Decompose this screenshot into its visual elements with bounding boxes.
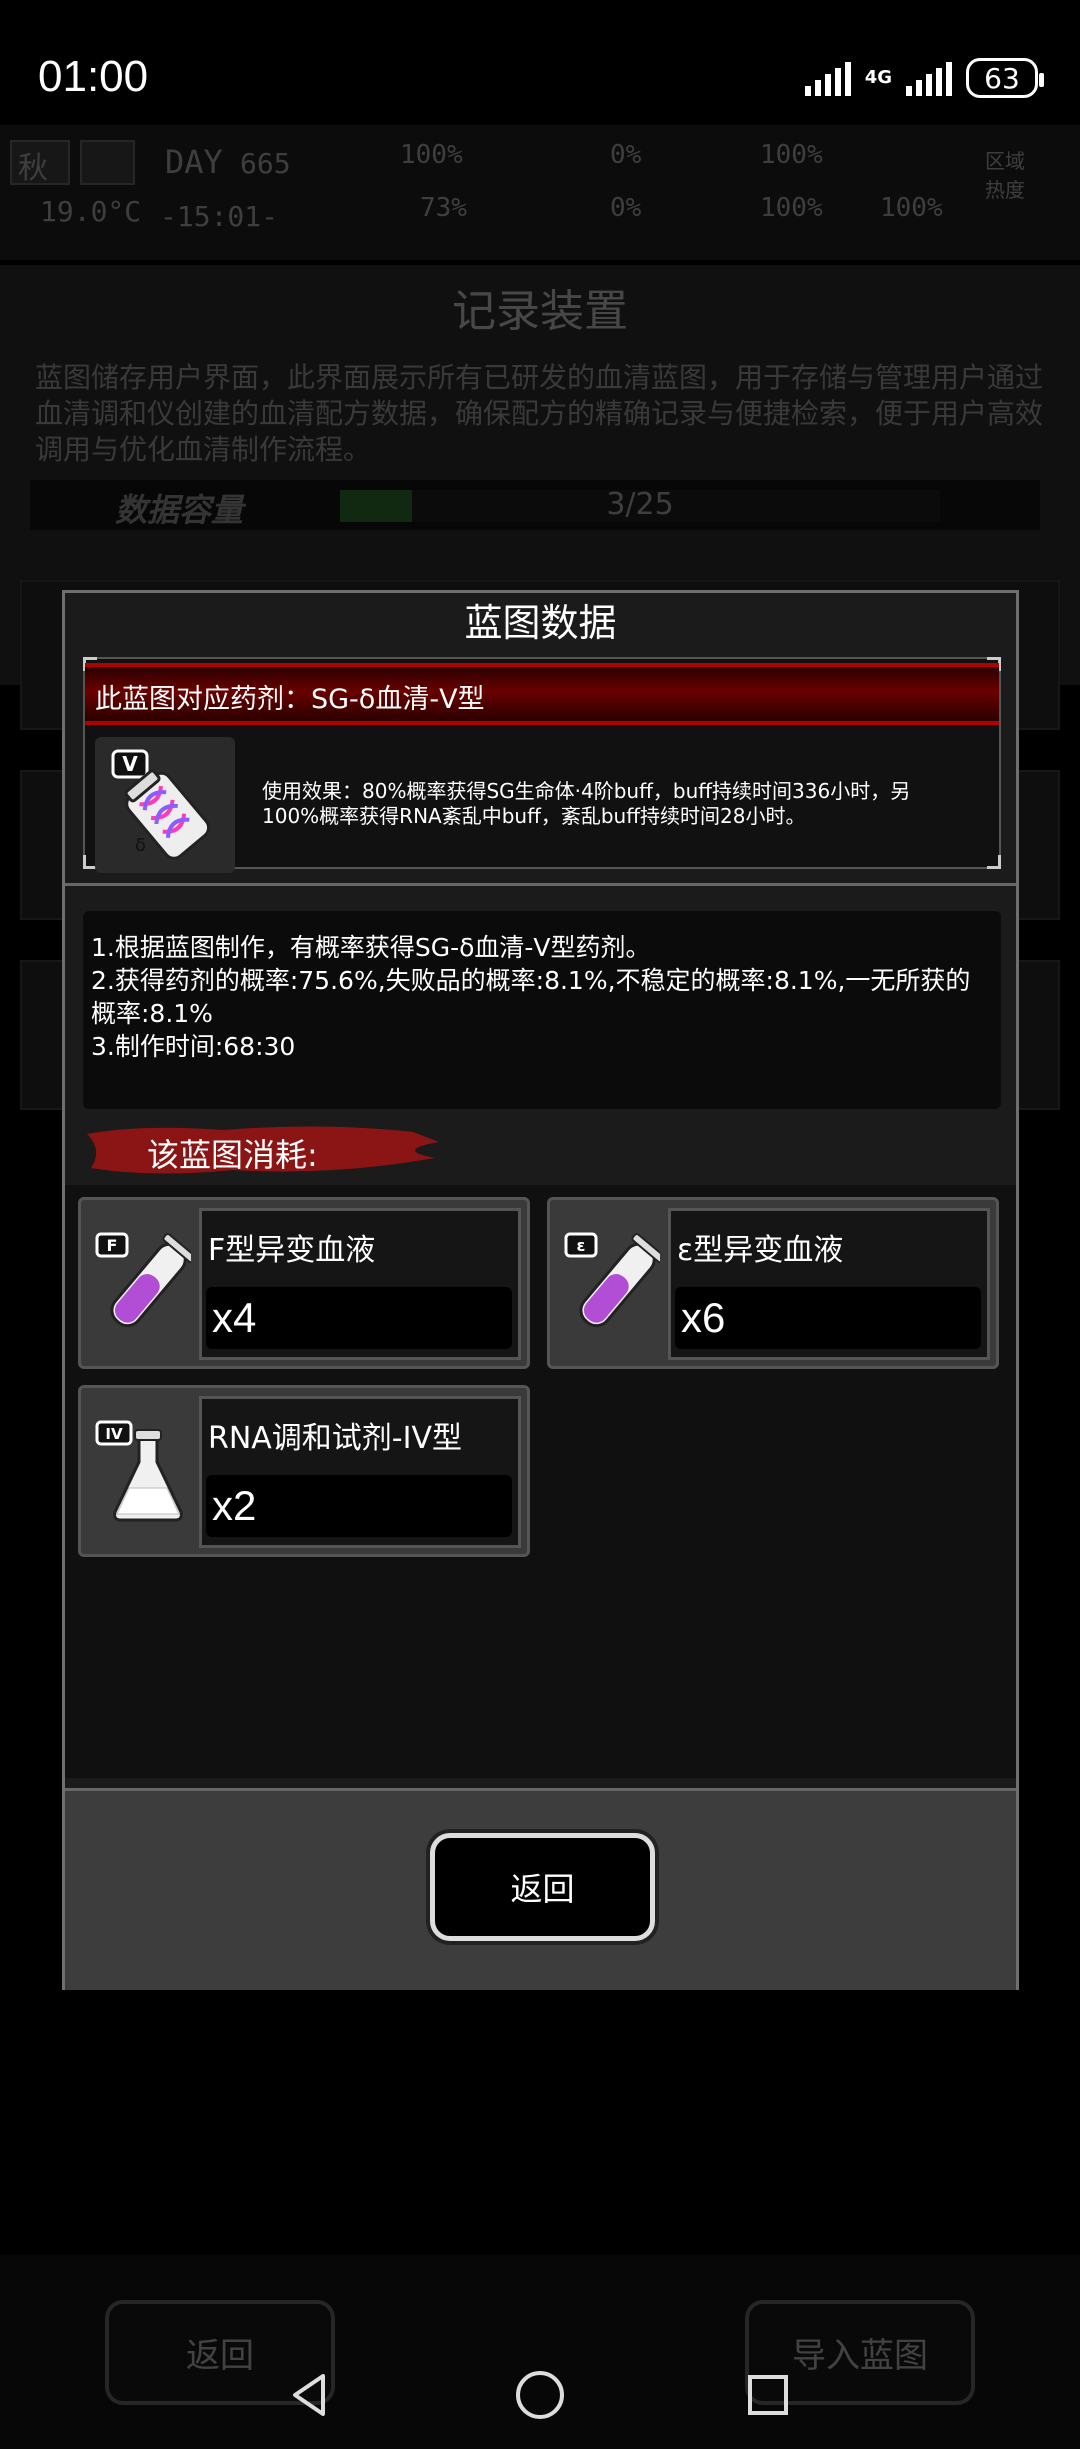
status-icons: 4G 63 [804, 58, 1044, 98]
network-type: 4G [864, 67, 892, 88]
serum-vial-icon: V δ [95, 737, 235, 873]
drug-icon-badge: V [122, 752, 138, 776]
svg-text:IV: IV [105, 1425, 123, 1443]
back-button[interactable]: 返回 [430, 1833, 655, 1941]
material-quantity: x2 [206, 1475, 512, 1537]
test-tube-icon: F [91, 1228, 197, 1338]
material-name: F型异变血液 [208, 1233, 376, 1268]
flask-icon: IV [91, 1416, 191, 1526]
material-card-rna-reagent[interactable]: IV RNA调和试剂-IV型 x2 [78, 1385, 530, 1557]
drug-effect-text: 使用效果：80%概率获得SG生命体·4阶buff，buff持续时间336小时，另… [262, 779, 911, 828]
drug-header-text: 此蓝图对应药剂：SG-δ血清-V型 [95, 684, 485, 715]
hud-bar: 秋 DAY 665 19.0°C -15:01- 100% 0% 100% 73… [0, 125, 1080, 260]
nav-back-icon[interactable] [275, 2360, 345, 2430]
material-info: ε型异变血液 x6 [668, 1208, 990, 1360]
consume-label: 该蓝图消耗: [147, 1136, 318, 1174]
stat-7: 100% [880, 193, 943, 223]
stat-4: 73% [420, 193, 467, 223]
material-name: ε型异变血液 [677, 1233, 844, 1268]
temperature: 19.0°C [40, 195, 142, 228]
material-name: RNA调和试剂-IV型 [208, 1421, 463, 1456]
day-label: DAY [165, 143, 223, 181]
rule-3: 3.制作时间:68:30 [91, 1032, 296, 1061]
cell-signal-icon [906, 60, 952, 96]
status-bar: 01:00 4G 63 [0, 0, 1080, 125]
material-card-epsilon-blood[interactable]: ε ε型异变血液 x6 [547, 1197, 999, 1369]
blueprint-rules: 1.根据蓝图制作，有概率获得SG-δ血清-V型药剂。 2.获得药剂的概率:75.… [83, 911, 1001, 1109]
rule-1: 1.根据蓝图制作，有概率获得SG-δ血清-V型药剂。 [91, 933, 651, 962]
stat-1: 100% [400, 140, 463, 170]
dialog-title: 蓝图数据 [464, 601, 617, 645]
game-clock: -15:01- [160, 200, 279, 233]
svg-text:δ: δ [135, 835, 146, 856]
divider [65, 883, 1016, 886]
zone-heat-label: 区域热度 [985, 149, 1025, 202]
status-time: 01:00 [38, 52, 149, 101]
record-device-description: 蓝图储存用户界面，此界面展示所有已研发的血清蓝图，用于存储与管理用户通过血清调和… [35, 361, 1044, 466]
svg-text:ε: ε [577, 1236, 586, 1255]
capacity-value: 3/25 [606, 487, 674, 522]
stat-6: 100% [760, 193, 823, 223]
season-label: 秋 [18, 151, 48, 186]
sun-icon [80, 140, 135, 185]
blueprint-data-dialog: 蓝图数据 此蓝图对应药剂：SG-δ血清-V型 V δ 使用效果：80%概率获得S… [62, 590, 1019, 1990]
day-value: 665 [240, 147, 291, 180]
materials-area: F F型异变血液 x4 ε ε型异变血液 x6 IV RNA调和试剂-IV型 x… [65, 1185, 1016, 1778]
rule-2: 2.获得药剂的概率:75.6%,失败品的概率:8.1%,不稳定的概率:8.1%,… [91, 966, 971, 1028]
material-info: RNA调和试剂-IV型 x2 [199, 1396, 521, 1548]
drug-header-bar: 此蓝图对应药剂：SG-δ血清-V型 [85, 663, 999, 725]
material-card-f-blood[interactable]: F F型异变血液 x4 [78, 1197, 530, 1369]
material-quantity: x4 [206, 1287, 512, 1349]
stat-2: 0% [610, 140, 642, 170]
nav-home-icon[interactable] [505, 2360, 575, 2430]
stat-5: 0% [610, 193, 642, 223]
stat-3: 100% [760, 140, 823, 170]
capacity-label: 数据容量 [115, 491, 244, 529]
navigation-bar [0, 2340, 1080, 2449]
material-quantity: x6 [675, 1287, 981, 1349]
dialog-footer: 返回 [65, 1788, 1016, 1990]
material-info: F型异变血液 x4 [199, 1208, 521, 1360]
nav-recents-icon[interactable] [733, 2360, 803, 2430]
drug-card: 此蓝图对应药剂：SG-δ血清-V型 V δ 使用效果：80%概率获得SG生命体·… [83, 657, 1001, 873]
battery-icon: 63 [966, 58, 1044, 98]
test-tube-icon: ε [560, 1228, 666, 1338]
wifi-signal-icon [804, 60, 851, 96]
svg-text:F: F [107, 1236, 118, 1255]
record-device-title: 记录装置 [452, 286, 628, 337]
